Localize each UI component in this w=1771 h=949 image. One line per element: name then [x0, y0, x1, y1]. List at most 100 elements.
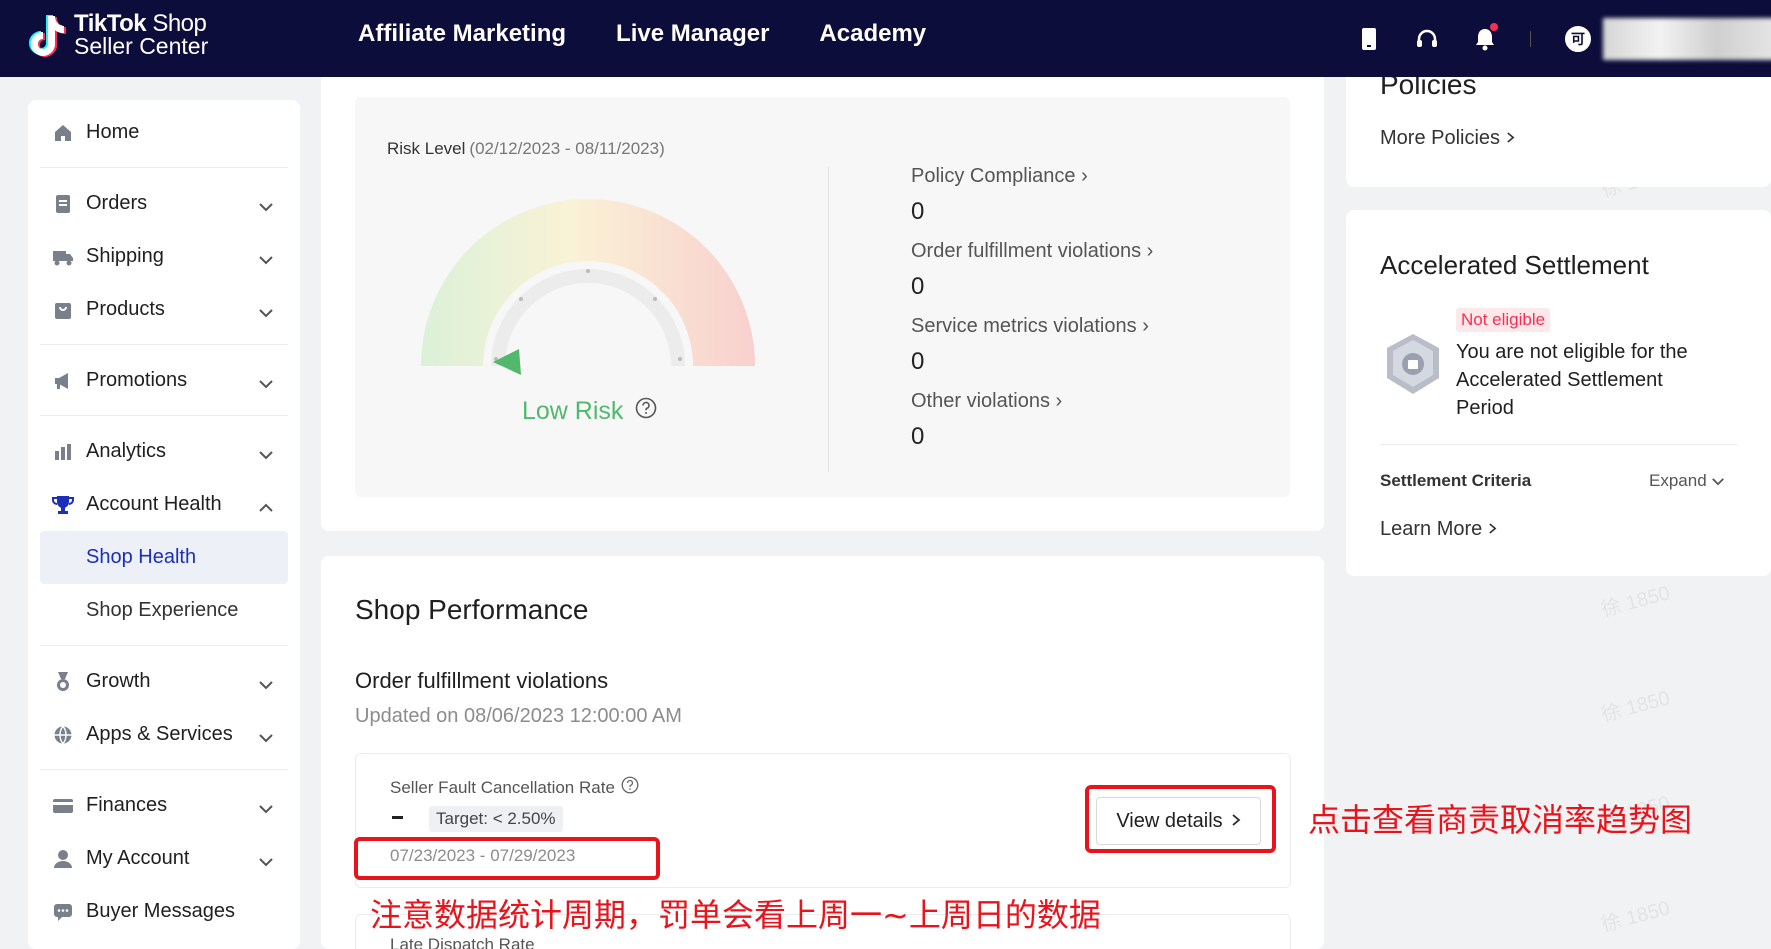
risk-level-card: Risk Level (02/12/2023 - 08/11/2023) Low … — [321, 77, 1324, 531]
chat-icon — [52, 901, 74, 923]
annotation-highlight-view-details — [1085, 785, 1276, 853]
logo-subtitle: Seller Center — [74, 33, 209, 59]
watermark-text: 徐 1850 — [1598, 687, 1673, 727]
status-badge: Not eligible — [1456, 308, 1551, 332]
more-policies-link[interactable]: More Policies — [1380, 127, 1515, 150]
divider — [1380, 444, 1738, 445]
section-subtitle: Order fulfillment violations — [355, 668, 609, 693]
chevron-right-icon: › — [1081, 165, 1088, 187]
help-icon[interactable] — [635, 397, 657, 426]
headset-icon[interactable] — [1414, 24, 1440, 54]
nav-affiliate-marketing[interactable]: Affiliate Marketing — [358, 20, 566, 48]
sidebar-subitem-shop-health[interactable]: Shop Health — [40, 531, 288, 584]
sidebar-item-growth[interactable]: Growth — [40, 655, 288, 708]
violation-label: Order fulfillment violations — [911, 240, 1142, 262]
violation-policy-compliance[interactable]: Policy Compliance › 0 — [911, 165, 1153, 226]
violation-other[interactable]: Other violations › 0 — [911, 390, 1153, 451]
truck-icon — [52, 246, 74, 268]
sidebar-item-label: Analytics — [86, 440, 167, 462]
settlement-criteria-label: Settlement Criteria — [1380, 471, 1532, 490]
divider — [40, 645, 288, 646]
tiktok-shop-logo[interactable]: TikTok Shop Seller Center — [28, 12, 208, 58]
orders-icon — [52, 193, 74, 215]
help-icon[interactable] — [621, 776, 639, 799]
trophy-icon — [52, 494, 74, 516]
card-icon — [52, 795, 74, 817]
chevron-right-icon: › — [1142, 315, 1149, 337]
notification-dot — [1490, 23, 1498, 31]
target-tag: Target: < 2.50% — [429, 806, 563, 832]
chevron-down-icon — [258, 248, 274, 271]
shield-badge-icon — [1384, 332, 1442, 403]
annotation-text-view-details: 点击查看商责取消率趋势图 — [1308, 801, 1693, 839]
annotation-text-date-range: 注意数据统计周期，罚单会看上周一~上周日的数据 — [370, 896, 1101, 934]
violation-count: 0 — [911, 348, 925, 375]
top-navigation-bar: TikTok Shop Seller Center Affiliate Mark… — [0, 0, 1771, 77]
mobile-icon[interactable] — [1356, 24, 1382, 54]
sidebar-item-orders[interactable]: Orders — [40, 177, 288, 230]
chevron-down-icon — [258, 443, 274, 466]
chevron-right-icon: › — [1146, 240, 1154, 262]
top-divider — [1530, 31, 1531, 47]
expand-toggle[interactable]: Expand — [1649, 471, 1725, 491]
risk-level-value: Low Risk — [522, 397, 624, 425]
accelerated-settlement-title: Accelerated Settlement — [1380, 250, 1649, 280]
sidebar-subitem-shop-experience[interactable]: Shop Experience — [40, 584, 288, 637]
bell-icon[interactable] — [1472, 23, 1498, 54]
sidebar-item-buyer-messages[interactable]: Buyer Messages — [40, 885, 288, 938]
violation-label: Other violations — [911, 390, 1050, 412]
sidebar-item-label: Apps & Services — [86, 723, 233, 745]
sidebar-item-home[interactable]: Home — [40, 106, 288, 159]
risk-gauge — [421, 199, 755, 375]
chevron-down-icon — [258, 301, 274, 324]
sidebar-item-promotions[interactable]: Promotions — [40, 354, 288, 407]
chevron-down-icon — [258, 195, 274, 218]
policies-title: Policies — [1380, 77, 1477, 100]
top-nav: Affiliate Marketing Live Manager Academy — [358, 20, 926, 48]
metric-title: Late Dispatch Rate — [390, 935, 535, 949]
sidebar-item-shipping[interactable]: Shipping — [40, 230, 288, 283]
divider — [40, 415, 288, 416]
chevron-down-icon — [258, 673, 274, 696]
chevron-right-icon — [1488, 518, 1497, 541]
sidebar-item-apps-services[interactable]: Apps & Services — [40, 708, 288, 761]
violation-list: Policy Compliance › 0 Order fulfillment … — [911, 165, 1153, 465]
chevron-down-icon — [258, 850, 274, 873]
avatar[interactable]: 可 — [1563, 24, 1593, 54]
sidebar-item-label: Orders — [86, 192, 148, 214]
watermark-text: 徐 1850 — [1598, 582, 1673, 622]
sidebar: Home Orders Shipping Products Promotions… — [28, 100, 300, 949]
nav-academy[interactable]: Academy — [819, 20, 926, 48]
bag-icon — [52, 299, 74, 321]
more-policies-label: More Policies — [1380, 127, 1501, 149]
metric-value-empty — [392, 816, 403, 819]
sidebar-item-finances[interactable]: Finances — [40, 779, 288, 832]
sidebar-item-my-account[interactable]: My Account — [40, 832, 288, 885]
shop-performance-title: Shop Performance — [355, 594, 589, 625]
annotation-highlight-date-range — [354, 837, 660, 880]
globe-icon — [52, 724, 74, 746]
chevron-right-icon: › — [1055, 390, 1063, 412]
violation-service-metrics[interactable]: Service metrics violations › 0 — [911, 315, 1153, 376]
divider — [40, 769, 288, 770]
violation-order-fulfillment[interactable]: Order fulfillment violations › 0 — [911, 240, 1153, 301]
learn-more-link[interactable]: Learn More — [1380, 518, 1497, 541]
blurred-account-name[interactable] — [1603, 18, 1771, 60]
violation-count: 0 — [911, 423, 925, 450]
violation-count: 0 — [911, 273, 925, 300]
sidebar-item-products[interactable]: Products — [40, 283, 288, 336]
nav-live-manager[interactable]: Live Manager — [616, 20, 769, 48]
sidebar-item-label: My Account — [86, 847, 190, 869]
divider — [40, 167, 288, 168]
medal-icon — [52, 671, 74, 693]
updated-timestamp: Updated on 08/06/2023 12:00:00 AM — [355, 705, 682, 727]
chevron-up-icon — [258, 496, 274, 519]
sidebar-item-analytics[interactable]: Analytics — [40, 425, 288, 478]
sidebar-item-label: Products — [86, 298, 165, 320]
sidebar-item-label: Account Health — [86, 493, 222, 515]
sidebar-item-label: Growth — [86, 670, 151, 692]
sidebar-item-label: Finances — [86, 794, 168, 816]
risk-level-label: Risk Level — [387, 139, 466, 158]
chevron-down-icon — [258, 372, 274, 395]
sidebar-item-account-health[interactable]: Account Health — [40, 478, 288, 531]
